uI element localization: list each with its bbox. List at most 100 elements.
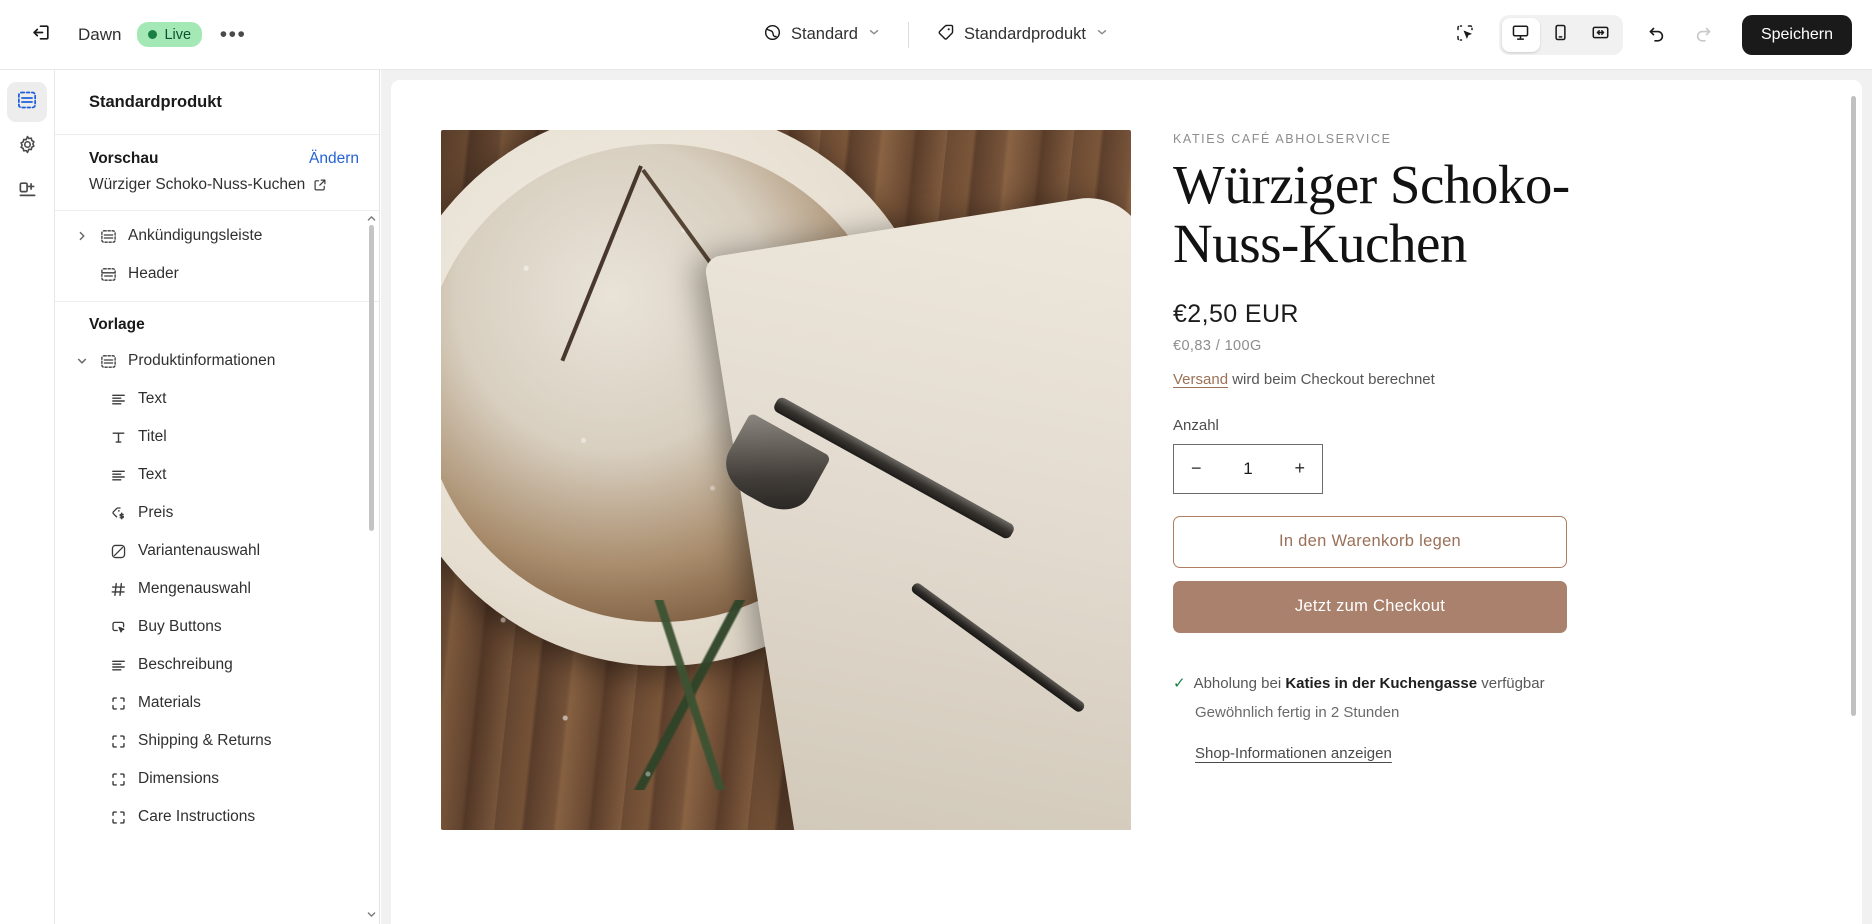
sidebar-block-label: Text: [138, 466, 167, 483]
inspector-toggle-button[interactable]: [1444, 14, 1486, 56]
top-bar: Dawn Live ••• Standard Standardprodukt S…: [0, 0, 1872, 70]
sidebar-block-label: Text: [138, 390, 167, 407]
globe-icon: [763, 23, 782, 47]
sidebar-block-label: Dimensions: [138, 770, 219, 787]
template-heading: Vorlage: [89, 316, 145, 333]
block-brackets-icon: [109, 771, 128, 788]
product-unit-price: €0,83 / 100G: [1173, 337, 1262, 354]
preview-scrollbar-thumb[interactable]: [1851, 96, 1856, 716]
theme-name: Dawn: [78, 24, 122, 44]
sidebar-item-product-information[interactable]: Produktinformationen: [55, 342, 379, 380]
sidebar-block-label: Buy Buttons: [138, 618, 222, 635]
section-icon: [99, 228, 118, 245]
sections-icon: [16, 89, 38, 116]
sidebar-block-price[interactable]: Preis: [55, 494, 379, 532]
select-inspect-icon: [1455, 23, 1475, 48]
sidebar-block-title[interactable]: Titel: [55, 418, 379, 456]
sidebar-block-text-2[interactable]: Text: [55, 456, 379, 494]
chevron-right-icon[interactable]: [75, 230, 89, 242]
pickup-store-name: Katies in der Kuchengasse: [1285, 674, 1478, 692]
undo-button[interactable]: [1636, 14, 1678, 56]
sidebar-block-quantity-picker[interactable]: Mengenauswahl: [55, 570, 379, 608]
locale-selector-label: Standard: [791, 25, 858, 43]
product-vendor: KATIES CAFÉ ABHOLSERVICE: [1173, 132, 1392, 146]
change-preview-button[interactable]: Ändern: [309, 150, 359, 168]
desktop-icon: [1511, 23, 1530, 47]
status-badge: Live: [137, 22, 203, 47]
quantity-value[interactable]: 1: [1243, 459, 1252, 479]
sidebar-block-care-instructions[interactable]: Care Instructions: [55, 798, 379, 836]
template-selector-label: Standardprodukt: [963, 25, 1086, 43]
checkout-button[interactable]: Jetzt zum Checkout: [1173, 580, 1567, 633]
product-price: €2,50 EUR: [1173, 299, 1299, 328]
fullscreen-preview-button[interactable]: [1582, 18, 1620, 52]
sidebar-item-label: Header: [128, 265, 179, 282]
shipping-note: Versand wird beim Checkout berechnet: [1173, 371, 1643, 388]
mobile-icon: [1551, 23, 1570, 47]
exit-editor-button[interactable]: [20, 14, 62, 56]
sidebar-block-text-1[interactable]: Text: [55, 380, 379, 418]
scroll-down-arrow[interactable]: [365, 909, 377, 920]
chevron-down-icon[interactable]: [75, 355, 89, 367]
block-brackets-icon: [109, 695, 128, 712]
save-button[interactable]: Speichern: [1741, 15, 1852, 55]
sidebar-item-label: Produktinformationen: [128, 352, 276, 369]
redo-icon: [1693, 23, 1713, 48]
template-selector[interactable]: Standardprodukt: [925, 15, 1120, 55]
sidebar-scroll-area: Ankündigungsleiste Header Vorlage Produk…: [55, 211, 379, 924]
exit-icon: [31, 22, 52, 48]
shipping-policy-link[interactable]: Versand: [1173, 371, 1228, 388]
fullscreen-icon: [1591, 23, 1610, 47]
section-icon: [99, 353, 118, 370]
rail-sections-button[interactable]: [7, 82, 47, 122]
store-info-link[interactable]: Shop-Informationen anzeigen: [1173, 739, 1392, 768]
product-image[interactable]: [441, 130, 1131, 830]
preview-product-name: Würziger Schoko-Nuss-Kuchen: [89, 176, 306, 193]
sidebar-block-variant-picker[interactable]: Variantenauswahl: [55, 532, 379, 570]
block-brackets-icon: [109, 809, 128, 826]
sidebar-title: Standardprodukt: [55, 70, 379, 135]
product-gallery[interactable]: [441, 130, 1131, 830]
sidebar-block-materials[interactable]: Materials: [55, 684, 379, 722]
preview-canvas: KATIES CAFÉ ABHOLSERVICE Würziger Schoko…: [381, 70, 1872, 924]
sidebar-block-label: Shipping & Returns: [138, 732, 272, 749]
rail-apps-button[interactable]: [7, 172, 47, 212]
top-bar-center: Standard Standardprodukt: [752, 0, 1120, 70]
sidebar-block-buy-buttons[interactable]: Buy Buttons: [55, 608, 379, 646]
sidebar-block-label: Preis: [138, 504, 174, 521]
rail-settings-button[interactable]: [7, 127, 47, 167]
quantity-label: Anzahl: [1173, 416, 1219, 434]
settings-gear-icon: [17, 134, 38, 160]
device-preview-group: [1498, 15, 1623, 55]
sidebar-item-announcement-bar[interactable]: Ankündigungsleiste: [55, 217, 379, 255]
check-icon: ✓: [1173, 674, 1186, 692]
preview-label: Vorschau: [89, 150, 159, 167]
toolbar-divider: [907, 21, 909, 48]
sidebar-item-header[interactable]: Header: [55, 255, 379, 293]
mobile-preview-button[interactable]: [1542, 18, 1580, 52]
quantity-stepper[interactable]: − 1 +: [1173, 443, 1323, 494]
price-tag-icon: [109, 505, 128, 522]
storefront-preview-frame[interactable]: KATIES CAFÉ ABHOLSERVICE Würziger Schoko…: [391, 80, 1862, 924]
sidebar-block-shipping-returns[interactable]: Shipping & Returns: [55, 722, 379, 760]
sidebar-scrollbar-thumb[interactable]: [369, 225, 374, 531]
desktop-preview-button[interactable]: [1501, 18, 1540, 52]
left-icon-rail: [0, 70, 55, 924]
live-dot-icon: [148, 30, 158, 39]
block-brackets-icon: [109, 733, 128, 750]
shipping-note-rest: wird beim Checkout berechnet: [1228, 370, 1435, 388]
sidebar-block-dimensions[interactable]: Dimensions: [55, 760, 379, 798]
quantity-decrease-button[interactable]: −: [1191, 458, 1202, 479]
theme-more-actions-button[interactable]: •••: [214, 16, 252, 54]
tag-icon: [936, 23, 955, 47]
scroll-up-arrow[interactable]: [365, 213, 377, 224]
sidebar-block-label: Mengenauswahl: [138, 580, 251, 597]
redo-button[interactable]: [1682, 14, 1724, 56]
preview-block: Vorschau Ändern Würziger Schoko-Nuss-Kuc…: [55, 135, 379, 211]
add-to-cart-button[interactable]: In den Warenkorb legen: [1173, 515, 1567, 568]
quantity-increase-button[interactable]: +: [1294, 458, 1305, 479]
locale-selector[interactable]: Standard: [752, 15, 892, 55]
sidebar-block-description[interactable]: Beschreibung: [55, 646, 379, 684]
external-link-icon[interactable]: [313, 178, 327, 192]
apps-icon: [17, 179, 38, 205]
